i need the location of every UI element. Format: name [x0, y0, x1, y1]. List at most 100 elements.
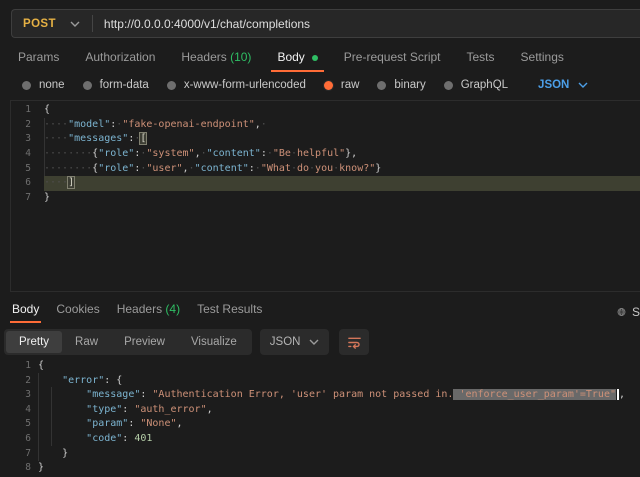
- tab-label: Authorization: [85, 50, 155, 64]
- code-text: ········{"role":·"system",·"content":·"B…: [31, 148, 357, 159]
- code-line-3[interactable]: 3····"messages":·[: [11, 132, 640, 147]
- token: [38, 418, 86, 429]
- request-tab-headers[interactable]: Headers (10): [175, 48, 257, 70]
- radio-icon: [83, 81, 92, 90]
- line-number: 1: [11, 103, 31, 118]
- request-tab-pre-request-script[interactable]: Pre-request Script: [338, 48, 447, 70]
- view-raw[interactable]: Raw: [62, 331, 111, 353]
- token: [38, 389, 86, 400]
- request-body-editor[interactable]: 1{2····"model":·"fake-openai-endpoint",·…: [10, 100, 640, 292]
- token: ,: [619, 389, 625, 400]
- request-tab-body[interactable]: Body: [271, 48, 323, 72]
- response-tab-headers[interactable]: Headers (4): [115, 300, 182, 323]
- radio-icon: [444, 81, 453, 90]
- token: "content": [207, 148, 261, 159]
- globe-icon[interactable]: [617, 305, 626, 319]
- radio-label: raw: [341, 79, 360, 91]
- code-line-3[interactable]: 3 "message": "Authentication Error, 'use…: [0, 388, 640, 403]
- line-number: 3: [11, 132, 31, 147]
- code-text: "error": {: [31, 375, 122, 386]
- line-number: 5: [11, 162, 31, 177]
- tab-label: Params: [18, 50, 59, 64]
- request-tab-params[interactable]: Params: [12, 48, 65, 70]
- radio-label: none: [39, 79, 65, 91]
- postman-dark-window: { "colors": { "accent_orange": "#ff6c37"…: [0, 0, 640, 477]
- unsaved-changes-dot-icon: [312, 55, 318, 61]
- line-number: 6: [0, 432, 31, 447]
- code-text: {: [31, 104, 50, 115]
- code-line-5[interactable]: 5 "param": "None",: [0, 417, 640, 432]
- code-line-7[interactable]: 7 }: [0, 447, 640, 462]
- token: ,: [177, 418, 183, 429]
- code-line-2[interactable]: 2 "error": {: [0, 374, 640, 389]
- response-tab-cookies[interactable]: Cookies: [54, 300, 101, 323]
- chevron-down-icon: [70, 21, 80, 27]
- code-line-1[interactable]: 1{: [11, 103, 640, 118]
- view-visualize[interactable]: Visualize: [178, 331, 250, 353]
- body-type-graphql[interactable]: GraphQL: [444, 79, 508, 91]
- chevron-down-icon: [309, 339, 319, 345]
- token: do: [297, 163, 309, 174]
- body-type-binary[interactable]: binary: [377, 79, 425, 91]
- code-text: ········{"role":·"user",·"content":·"Wha…: [31, 163, 381, 174]
- response-tab-test-results[interactable]: Test Results: [195, 300, 264, 323]
- view-pretty[interactable]: Pretty: [6, 331, 62, 353]
- code-line-5[interactable]: 5········{"role":·"user",·"content":·"Wh…: [11, 162, 640, 177]
- code-line-1[interactable]: 1{: [0, 359, 640, 374]
- body-type-x-www-form-urlencoded[interactable]: x-www-form-urlencoded: [167, 79, 306, 91]
- line-number: 1: [0, 359, 31, 374]
- code-text: {: [31, 360, 44, 371]
- view-preview[interactable]: Preview: [111, 331, 178, 353]
- tab-label: Test Results: [197, 302, 262, 316]
- token: 401: [134, 433, 152, 444]
- code-line-6[interactable]: 6····]: [11, 176, 640, 191]
- tab-label: Cookies: [56, 302, 99, 316]
- code-line-7[interactable]: 7}: [11, 191, 640, 206]
- code-line-4[interactable]: 4········{"role":·"system",·"content":·"…: [11, 147, 640, 162]
- token: },: [345, 148, 357, 159]
- token: {: [44, 104, 50, 115]
- radio-icon: [167, 81, 176, 90]
- tab-label: Body: [12, 302, 39, 316]
- response-tab-body[interactable]: Body: [10, 300, 41, 323]
- body-type-none[interactable]: none: [22, 79, 65, 91]
- line-number: 2: [0, 374, 31, 389]
- token: ········: [44, 163, 92, 174]
- radio-label: form-data: [100, 79, 149, 91]
- request-tab-authorization[interactable]: Authorization: [79, 48, 161, 70]
- token: "What: [261, 163, 291, 174]
- code-line-6[interactable]: 6 "code": 401: [0, 432, 640, 447]
- request-tab-tests[interactable]: Tests: [461, 48, 501, 70]
- token: helpful": [297, 148, 345, 159]
- code-line-4[interactable]: 4 "type": "auth_error",: [0, 403, 640, 418]
- body-type-form-data[interactable]: form-data: [83, 79, 149, 91]
- code-line-8[interactable]: 8}: [0, 461, 640, 476]
- token: }: [44, 192, 50, 203]
- token: {: [38, 360, 44, 371]
- request-url-bar: POST http://0.0.0.0:4000/v1/chat/complet…: [11, 9, 640, 38]
- token: ····: [44, 133, 68, 144]
- token: "error": [62, 375, 104, 386]
- format-select[interactable]: JSON: [538, 79, 588, 91]
- tab-label: Headers: [117, 302, 162, 316]
- wrap-lines-icon: [347, 335, 362, 350]
- selected-text: 'enforce_user_param'=True": [453, 389, 616, 400]
- token: }: [38, 462, 44, 473]
- token: "Authentication Error, 'user' param not …: [152, 389, 453, 400]
- token: ,: [207, 404, 213, 415]
- code-text: "type": "auth_error",: [31, 404, 213, 415]
- token: }: [38, 448, 68, 459]
- token: "Be: [273, 148, 291, 159]
- response-body-editor[interactable]: 1{2 "error": {3 "message": "Authenticati…: [0, 356, 640, 477]
- response-format-select[interactable]: JSON: [260, 329, 330, 355]
- format-label: JSON: [270, 336, 301, 348]
- url-input[interactable]: http://0.0.0.0:4000/v1/chat/completions: [104, 17, 310, 31]
- tab-label: Headers: [181, 50, 226, 64]
- code-text: "param": "None",: [31, 418, 183, 429]
- code-line-2[interactable]: 2····"model":·"fake-openai-endpoint",·: [11, 118, 640, 133]
- code-text: "code": 401: [31, 433, 152, 444]
- wrap-lines-button[interactable]: [339, 329, 369, 355]
- body-type-raw[interactable]: raw: [324, 79, 360, 91]
- request-tab-settings[interactable]: Settings: [515, 48, 570, 70]
- method-selector[interactable]: POST: [12, 10, 92, 37]
